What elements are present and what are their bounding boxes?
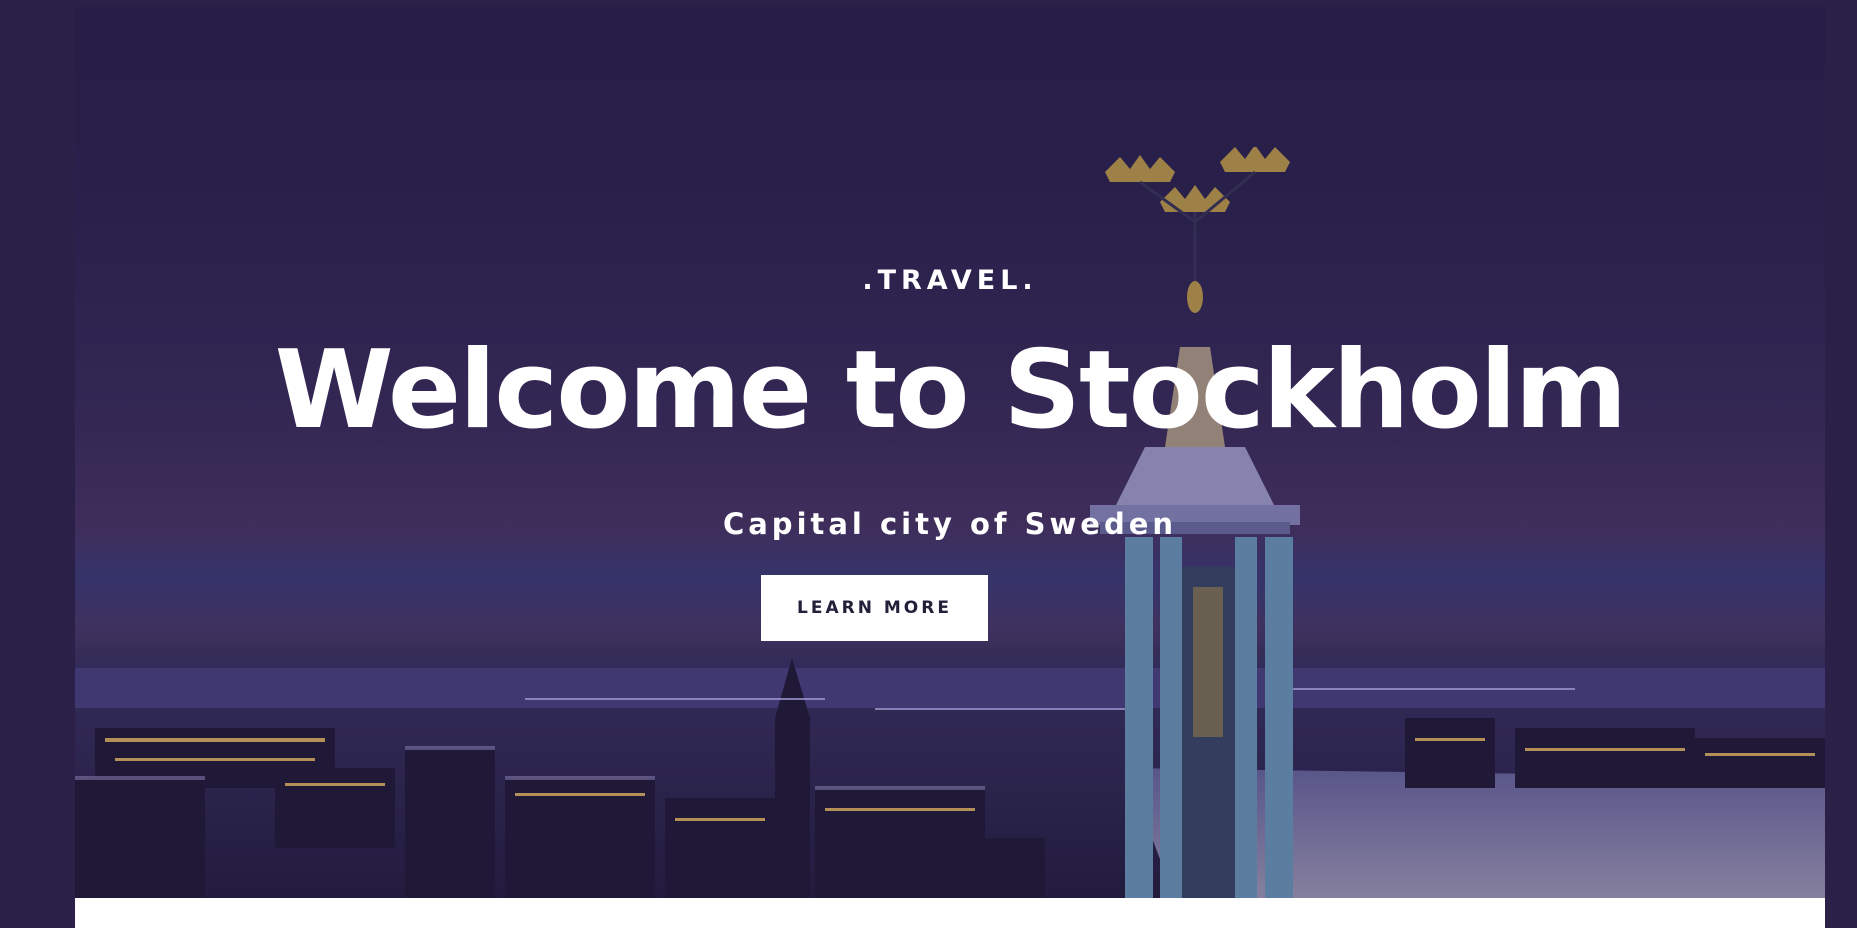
hero-eyebrow: .TRAVEL.: [862, 265, 1038, 296]
hero-subtitle: Capital city of Sweden: [722, 507, 1178, 541]
page: .TRAVEL. Welcome to Stockholm Capital ci…: [0, 0, 1857, 928]
hero-title: Welcome to Stockholm: [274, 328, 1628, 453]
learn-more-button[interactable]: LEARN MORE: [761, 575, 988, 641]
hero-content: .TRAVEL. Welcome to Stockholm Capital ci…: [75, 7, 1825, 898]
content-section-top: [75, 898, 1825, 928]
